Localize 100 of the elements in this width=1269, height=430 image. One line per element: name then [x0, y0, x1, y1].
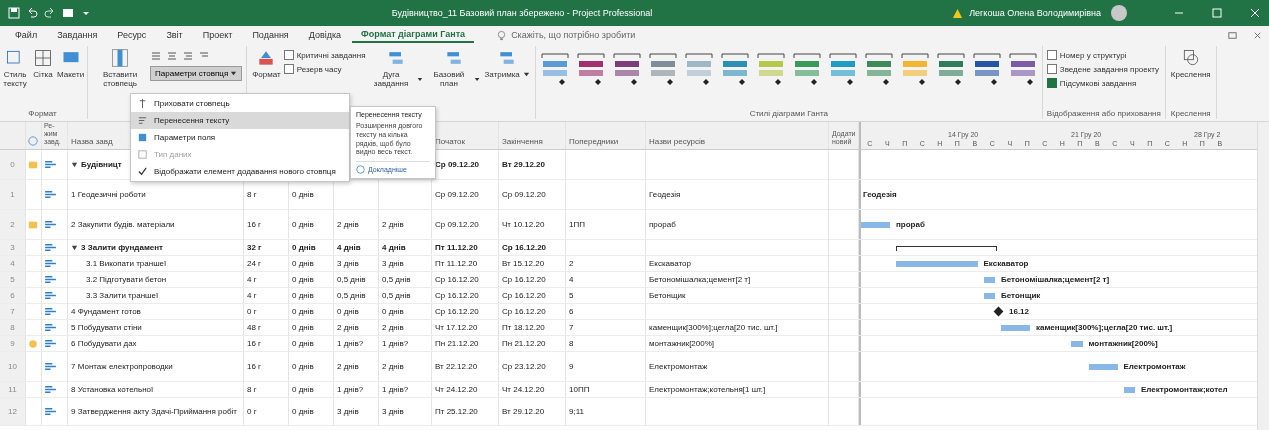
ribbon-button[interactable]: Сітка — [32, 46, 54, 81]
gantt-style-swatch[interactable] — [755, 52, 786, 86]
table-cell: 5 — [569, 291, 574, 300]
gantt-style-swatch[interactable] — [791, 52, 822, 86]
task-bar[interactable] — [983, 276, 995, 283]
task-bar[interactable] — [983, 292, 995, 299]
gantt-style-swatch[interactable] — [863, 52, 894, 86]
ribbon-button[interactable]: Макети — [56, 46, 86, 81]
auto-schedule-icon — [44, 160, 57, 169]
task-bar[interactable] — [861, 221, 890, 228]
maximize-icon[interactable] — [1211, 7, 1223, 19]
task-name[interactable]: 1 Геодезичні роботи — [71, 190, 146, 199]
table-cell: Пн 21.12.20 — [435, 339, 479, 348]
insert-column-button[interactable]: Вставити стовпець — [92, 46, 149, 90]
auto-schedule-icon — [44, 307, 57, 316]
table-cell: 4 днів — [382, 243, 406, 252]
close-icon[interactable] — [1249, 7, 1261, 19]
menu-item[interactable]: Приховати стовпець — [131, 95, 349, 112]
column-header[interactable]: Попередники — [569, 137, 619, 146]
column-header[interactable]: Закінчення — [502, 137, 543, 146]
user-name[interactable]: Легкоша Олена Володимирівна — [969, 8, 1101, 18]
ribbon-button[interactable]: Стиль тексту — [0, 46, 30, 90]
scrollbar[interactable] — [1257, 122, 1269, 430]
table-cell: 0 днів — [292, 275, 314, 284]
gantt-style-swatch[interactable] — [971, 52, 1002, 86]
menu-item[interactable]: Відображати елемент додавання нового стовпця — [131, 163, 349, 180]
task-bar[interactable] — [1088, 363, 1118, 370]
checkbox[interactable]: Зведене завдання проекту — [1046, 64, 1161, 74]
undo-icon[interactable] — [26, 7, 38, 19]
task-name[interactable]: 5 Побудувати стіни — [71, 323, 142, 332]
task-name[interactable]: Будівницт — [81, 160, 122, 169]
task-bar[interactable] — [1123, 386, 1135, 393]
column-header[interactable]: Назва завд — [71, 137, 113, 146]
task-name[interactable]: 9 Затвердження акту Здачі-Приймання робіт — [71, 407, 237, 416]
bar-label: Електромонтаж;котел — [1141, 384, 1228, 395]
ribbon-display-icon[interactable] — [1227, 29, 1238, 41]
column-settings-button[interactable]: Параметри стовпця — [150, 66, 243, 81]
task-name[interactable]: 3.1 Викопати траншеї — [86, 259, 167, 268]
task-name[interactable]: 3.3 Залити траншеї — [86, 291, 159, 300]
redo-icon[interactable] — [44, 7, 56, 19]
table-cell: 16 г — [247, 362, 262, 371]
task-bar[interactable] — [1001, 324, 1030, 331]
gantt-style-swatch[interactable] — [719, 52, 750, 86]
drawing-button[interactable]: Креслення — [1169, 46, 1212, 81]
task-name[interactable]: 3 Залити фундамент — [81, 243, 163, 252]
auto-schedule-icon — [44, 275, 57, 284]
ribbon-button[interactable]: Дуга завдання — [367, 46, 424, 90]
auto-schedule-icon — [44, 323, 57, 332]
task-bar[interactable] — [896, 260, 978, 267]
task-name[interactable]: 4 Фундамент готов — [71, 307, 141, 316]
task-name[interactable]: 7 Монтаж електропроводки — [71, 362, 173, 371]
gantt-style-swatch[interactable] — [683, 52, 714, 86]
menu-item[interactable]: Перенесення тексту — [131, 112, 349, 129]
checkbox[interactable]: Номер у структурі — [1046, 50, 1161, 60]
gantt-style-swatch[interactable] — [539, 52, 570, 86]
column-header[interactable]: Назви ресурсів — [649, 137, 706, 146]
gantt-style-swatch[interactable] — [647, 52, 678, 86]
table-cell: Вт 22.12.20 — [435, 362, 478, 371]
row-number: 6 — [10, 291, 15, 300]
menu-item[interactable]: Параметри поля — [131, 129, 349, 146]
save-icon[interactable] — [8, 7, 20, 19]
table-cell: 0 г — [247, 307, 257, 316]
table-icon[interactable] — [62, 7, 74, 19]
gantt-style-swatch[interactable] — [575, 52, 606, 86]
task-name[interactable]: 8 Установка котельної — [71, 385, 154, 394]
search-field[interactable]: Скажіть, що потрібно зробити — [509, 29, 694, 41]
table-cell: Пт 11.12.20 — [435, 259, 478, 268]
checkbox[interactable]: Критичні завдання — [283, 50, 366, 60]
gantt-style-swatch[interactable] — [899, 52, 930, 86]
ribbon-tab[interactable]: Звіт — [157, 28, 192, 42]
ribbon-tab[interactable]: Проект — [193, 28, 242, 42]
ribbon-button[interactable]: Затримка — [483, 46, 531, 81]
ribbon-button[interactable]: Базовий план — [425, 46, 482, 90]
task-name[interactable]: 3.2 Підготувати бетон — [86, 275, 167, 284]
task-bar[interactable] — [1071, 340, 1083, 347]
gantt-style-swatch[interactable] — [827, 52, 858, 86]
summary-bar[interactable] — [896, 245, 997, 251]
avatar-icon[interactable] — [1111, 5, 1127, 21]
milestone-icon[interactable] — [993, 306, 1004, 316]
gantt-style-swatch[interactable] — [935, 52, 966, 86]
align-icons[interactable] — [150, 50, 211, 62]
column-header[interactable]: Початок — [435, 137, 465, 146]
collapse-icon[interactable] — [71, 161, 78, 168]
gantt-style-swatch[interactable] — [1007, 52, 1038, 86]
table-cell: Пт 11.12.20 — [435, 243, 478, 252]
ribbon-tab[interactable]: Довідка — [299, 28, 351, 42]
collapse-icon[interactable] — [71, 244, 78, 251]
gantt-style-swatch[interactable] — [611, 52, 642, 86]
ribbon-tab[interactable]: Завдання — [48, 28, 107, 42]
table-cell: 2 днів — [382, 220, 404, 229]
table-cell: 8 г — [247, 385, 257, 394]
ribbon-tab[interactable]: Ресурс — [108, 28, 156, 42]
checkbox[interactable]: Резерв часу — [283, 64, 366, 74]
ribbon-tab[interactable]: Подання — [243, 28, 298, 42]
ribbon-tab[interactable]: Файл — [6, 28, 47, 42]
task-name[interactable]: 2 Закупити будів. матеріали — [71, 220, 175, 229]
task-name[interactable]: 6 Побудувати дах — [71, 339, 137, 348]
format-button[interactable]: Формат — [251, 46, 282, 81]
row-number: 12 — [8, 407, 17, 416]
checkbox[interactable]: Підсумкові завдання — [1046, 78, 1161, 88]
